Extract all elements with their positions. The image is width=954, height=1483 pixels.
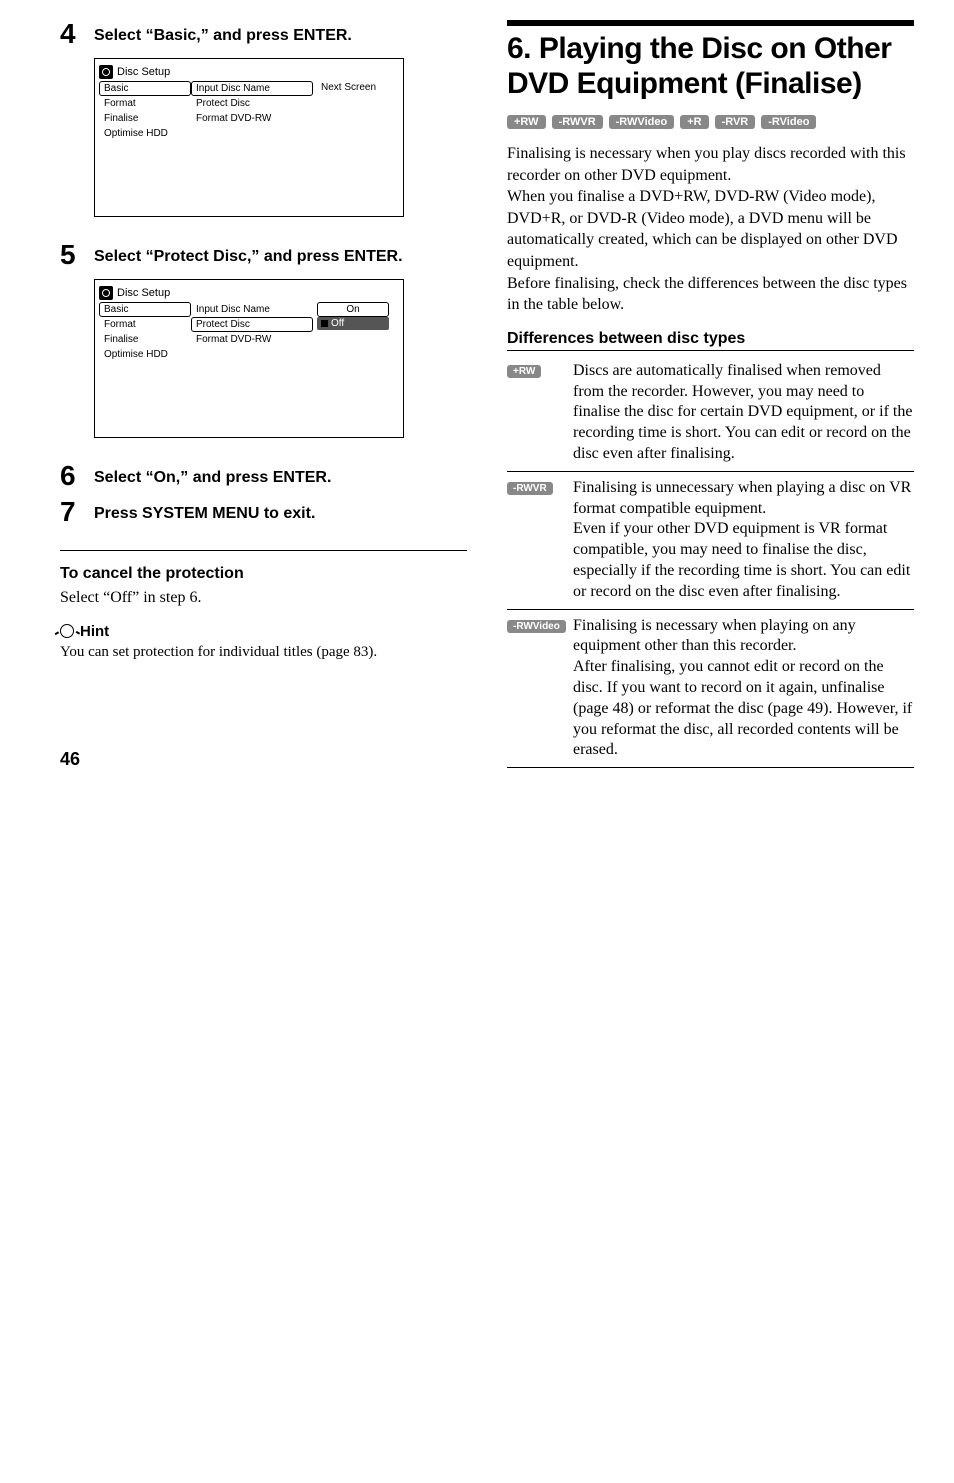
disc-badge: +R bbox=[680, 115, 708, 129]
row-text: Discs are automatically finalised when r… bbox=[573, 361, 914, 465]
disc-setup-screenshot-1: Disc Setup Basic Format Finalise Optimis… bbox=[94, 58, 404, 217]
step-number: 4 bbox=[60, 20, 94, 48]
step-5: 5 Select “Protect Disc,” and press ENTER… bbox=[60, 241, 467, 269]
hint-label: Hint bbox=[80, 623, 109, 640]
menu-item: Basic bbox=[99, 81, 191, 96]
disc-badge: -RVideo bbox=[761, 115, 816, 129]
step-4: 4 Select “Basic,” and press ENTER. bbox=[60, 20, 467, 48]
screenshot-right: On Off bbox=[313, 302, 389, 407]
cancel-heading: To cancel the protection bbox=[60, 565, 467, 583]
step-6: 6 Select “On,” and press ENTER. bbox=[60, 462, 467, 490]
hint-heading: Hint bbox=[60, 623, 467, 640]
step-7: 7 Press SYSTEM MENU to exit. bbox=[60, 498, 467, 526]
intro-paragraph: When you finalise a DVD+RW, DVD-RW (Vide… bbox=[507, 186, 914, 272]
square-marker-icon bbox=[321, 320, 328, 327]
screenshot-menu: Basic Format Finalise Optimise HDD bbox=[99, 302, 191, 407]
disc-setup-screenshot-2: Disc Setup Basic Format Finalise Optimis… bbox=[94, 279, 404, 438]
list-item: Protect Disc bbox=[191, 317, 313, 332]
list-item: Format DVD-RW bbox=[191, 332, 313, 347]
disc-badge: -RVR bbox=[715, 115, 756, 129]
cancel-body: Select “Off” in step 6. bbox=[60, 587, 467, 609]
disc-type-badges: +RW -RWVR -RWVideo +R -RVR -RVideo bbox=[507, 115, 914, 129]
bulb-icon bbox=[60, 624, 74, 638]
differences-table: +RW Discs are automatically finalised wh… bbox=[507, 355, 914, 768]
screenshot-menu: Basic Format Finalise Optimise HDD bbox=[99, 81, 191, 186]
menu-item: Finalise bbox=[99, 332, 191, 347]
screenshot-right: Next Screen bbox=[313, 81, 389, 186]
disc-icon bbox=[99, 286, 113, 300]
disc-badge: -RWVR bbox=[552, 115, 603, 129]
right-item: Next Screen bbox=[317, 81, 389, 94]
screenshot-list: Input Disc Name Protect Disc Format DVD-… bbox=[191, 81, 313, 186]
differences-heading: Differences between disc types bbox=[507, 330, 914, 351]
row-text: Finalising is necessary when playing on … bbox=[573, 616, 914, 762]
row-badge: +RW bbox=[507, 365, 541, 378]
section-bar bbox=[507, 20, 914, 26]
menu-item: Format bbox=[99, 317, 191, 332]
menu-item: Finalise bbox=[99, 111, 191, 126]
screenshot-title: Disc Setup bbox=[117, 66, 170, 78]
step-number: 6 bbox=[60, 462, 94, 490]
hint-body: You can set protection for individual ti… bbox=[60, 642, 467, 662]
section-title: 6. Playing the Disc on Other DVD Equipme… bbox=[507, 32, 914, 101]
list-item: Protect Disc bbox=[191, 96, 313, 111]
step-instruction: Select “Protect Disc,” and press ENTER. bbox=[94, 241, 403, 268]
step-number: 7 bbox=[60, 498, 94, 526]
menu-item: Format bbox=[99, 96, 191, 111]
page-number: 46 bbox=[60, 749, 80, 770]
menu-item: Optimise HDD bbox=[99, 126, 191, 141]
screenshot-list: Input Disc Name Protect Disc Format DVD-… bbox=[191, 302, 313, 407]
step-instruction: Select “On,” and press ENTER. bbox=[94, 462, 331, 489]
step-instruction: Press SYSTEM MENU to exit. bbox=[94, 498, 315, 525]
disc-badge: +RW bbox=[507, 115, 546, 129]
intro-paragraph: Finalising is necessary when you play di… bbox=[507, 143, 914, 186]
menu-item: Optimise HDD bbox=[99, 347, 191, 362]
divider bbox=[60, 550, 467, 551]
disc-icon bbox=[99, 65, 113, 79]
right-item: On bbox=[317, 302, 389, 317]
step-number: 5 bbox=[60, 241, 94, 269]
disc-badge: -RWVideo bbox=[609, 115, 675, 129]
screenshot-title: Disc Setup bbox=[117, 287, 170, 299]
list-item: Format DVD-RW bbox=[191, 111, 313, 126]
row-badge: -RWVR bbox=[507, 482, 553, 495]
intro-paragraph: Before finalising, check the differences… bbox=[507, 273, 914, 316]
table-row: -RWVR Finalising is unnecessary when pla… bbox=[507, 472, 914, 610]
row-badge: -RWVideo bbox=[507, 620, 566, 633]
step-instruction: Select “Basic,” and press ENTER. bbox=[94, 20, 352, 47]
row-text: Finalising is unnecessary when playing a… bbox=[573, 478, 914, 603]
list-item: Input Disc Name bbox=[191, 81, 313, 96]
table-row: -RWVideo Finalising is necessary when pl… bbox=[507, 610, 914, 769]
table-row: +RW Discs are automatically finalised wh… bbox=[507, 355, 914, 472]
right-item-selected: Off bbox=[317, 317, 389, 330]
list-item: Input Disc Name bbox=[191, 302, 313, 317]
menu-item: Basic bbox=[99, 302, 191, 317]
